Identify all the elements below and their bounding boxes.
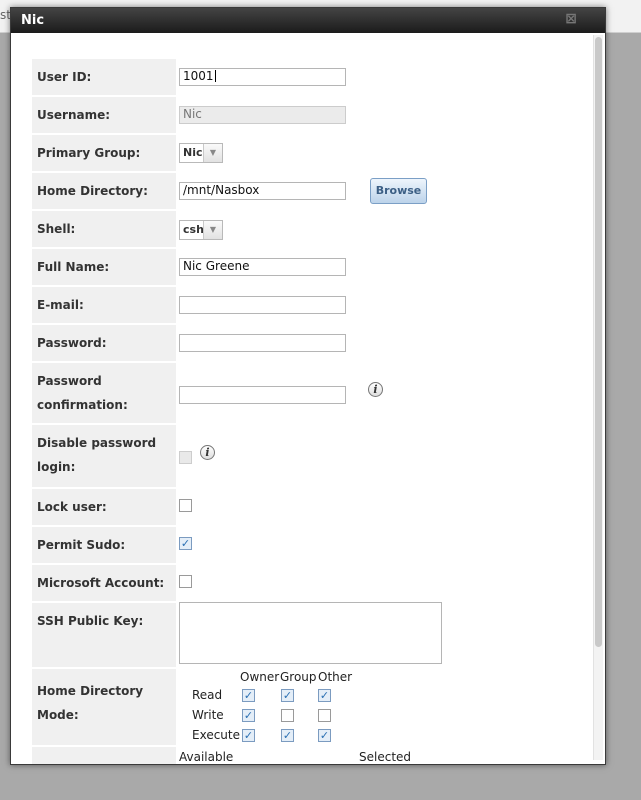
lock-user-checkbox[interactable] xyxy=(179,499,192,512)
password-confirmation-input[interactable] xyxy=(179,386,346,404)
checkmark-icon: ✓ xyxy=(243,729,254,742)
checkmark-icon: ✓ xyxy=(319,729,330,742)
dialog-title: Nic xyxy=(21,13,45,28)
shell-label: Shell: xyxy=(32,211,176,247)
mode-column-group: Group xyxy=(280,670,317,684)
chevron-down-icon[interactable]: ▼ xyxy=(203,144,222,162)
home-directory-input[interactable]: /mnt/Nasbox xyxy=(179,182,346,200)
mode-execute-owner-checkbox[interactable]: ✓ xyxy=(242,729,255,742)
checkmark-icon: ✓ xyxy=(243,689,254,702)
checkmark-icon: ✓ xyxy=(243,709,254,722)
user-edit-dialog: Nic ⊠ User ID: 1001 Username: Nic Primar… xyxy=(10,7,606,765)
scrollbar-thumb[interactable] xyxy=(595,37,602,647)
checkmark-icon: ✓ xyxy=(282,689,293,702)
permit-sudo-checkbox[interactable]: ✓ xyxy=(179,537,192,550)
mode-write-group-checkbox[interactable] xyxy=(281,709,294,722)
full-name-label: Full Name: xyxy=(32,249,176,285)
mode-read-group-checkbox[interactable]: ✓ xyxy=(281,689,294,702)
lock-user-label: Lock user: xyxy=(32,489,176,525)
password-label: Password: xyxy=(32,325,176,361)
mode-column-owner: Owner xyxy=(240,670,280,684)
email-input[interactable] xyxy=(179,296,346,314)
user-id-input[interactable]: 1001 xyxy=(179,68,346,86)
microsoft-account-checkbox[interactable] xyxy=(179,575,192,588)
mode-write-other-checkbox[interactable] xyxy=(318,709,331,722)
mode-row-execute: Execute xyxy=(192,728,240,742)
ssh-public-key-textarea[interactable] xyxy=(179,602,442,664)
available-groups-header: Available xyxy=(179,750,234,764)
chevron-down-icon[interactable]: ▼ xyxy=(203,221,222,239)
dialog-title-bar: Nic ⊠ xyxy=(11,8,605,33)
dialog-scrollbar[interactable] xyxy=(593,35,603,760)
selected-groups-header: Selected xyxy=(359,750,412,764)
username-input: Nic xyxy=(179,106,346,124)
mode-execute-other-checkbox[interactable]: ✓ xyxy=(318,729,331,742)
home-directory-label: Home Directory: xyxy=(32,173,176,209)
mode-column-other: Other xyxy=(318,670,353,684)
mode-row-write: Write xyxy=(192,708,224,722)
mode-read-owner-checkbox[interactable]: ✓ xyxy=(242,689,255,702)
username-label: Username: xyxy=(32,97,176,133)
primary-group-label: Primary Group: xyxy=(32,135,176,171)
close-icon[interactable]: ⊠ xyxy=(565,11,577,27)
mode-read-other-checkbox[interactable]: ✓ xyxy=(318,689,331,702)
auxiliary-groups-label xyxy=(32,747,176,764)
ssh-public-key-label: SSH Public Key: xyxy=(32,603,176,667)
browse-button[interactable]: Browse xyxy=(370,178,427,204)
password-input[interactable] xyxy=(179,334,346,352)
mode-execute-group-checkbox[interactable]: ✓ xyxy=(281,729,294,742)
checkmark-icon: ✓ xyxy=(319,689,330,702)
full-name-input[interactable]: Nic Greene xyxy=(179,258,346,276)
info-icon[interactable]: i xyxy=(368,382,383,397)
shell-select[interactable]: csh ▼ xyxy=(179,220,223,240)
disable-password-login-checkbox xyxy=(179,451,192,464)
mode-write-owner-checkbox[interactable]: ✓ xyxy=(242,709,255,722)
checkmark-icon: ✓ xyxy=(180,537,191,550)
home-directory-mode-label: Home Directory Mode: xyxy=(32,669,176,745)
user-id-label: User ID: xyxy=(32,59,176,95)
primary-group-select[interactable]: Nic ▼ xyxy=(179,143,223,163)
permit-sudo-label: Permit Sudo: xyxy=(32,527,176,563)
info-icon[interactable]: i xyxy=(200,445,215,460)
checkmark-icon: ✓ xyxy=(282,729,293,742)
microsoft-account-label: Microsoft Account: xyxy=(32,565,176,601)
email-label: E-mail: xyxy=(32,287,176,323)
disable-password-login-label: Disable password login: xyxy=(32,425,176,487)
mode-row-read: Read xyxy=(192,688,223,702)
password-confirmation-label: Password confirmation: xyxy=(32,363,176,423)
